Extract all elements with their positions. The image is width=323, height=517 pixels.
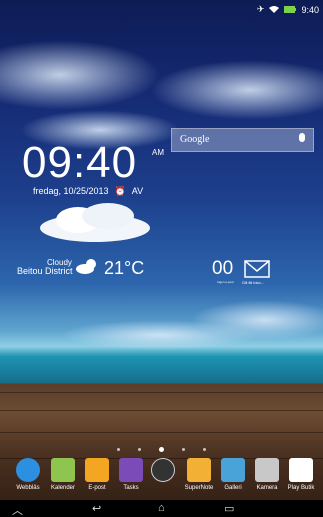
all-apps-button[interactable] <box>144 458 182 485</box>
status-time: 9:40 <box>301 4 319 15</box>
app-calendar[interactable]: Kalender <box>44 458 82 491</box>
wifi-icon <box>269 5 280 15</box>
app-label: Webbläs <box>16 485 40 491</box>
overview-icon[interactable]: ▭ <box>224 502 234 515</box>
alarm-icon: ⏰ <box>114 186 126 196</box>
page-dot-active[interactable] <box>159 447 164 452</box>
microphone-icon[interactable] <box>299 133 305 142</box>
status-bar: ✈ 9:40 <box>0 0 323 18</box>
page-indicator <box>0 447 323 452</box>
envelope-app-icon <box>85 458 109 482</box>
clock-time[interactable]: 09:40 <box>22 138 137 188</box>
home-screen: ✈ 9:40 Google 09:40 AM fredag, 10/25/201… <box>0 0 323 517</box>
mail-status: Ingen e-post <box>217 280 234 284</box>
camera-icon <box>255 458 279 482</box>
app-label: SuperNote <box>184 485 214 491</box>
app-supernote[interactable]: SuperNote <box>180 458 218 491</box>
app-email[interactable]: E-post <box>78 458 116 491</box>
checkbox-icon <box>119 458 143 482</box>
calendar-icon <box>51 458 75 482</box>
page-dot[interactable] <box>182 448 185 451</box>
weather-city[interactable]: Beitou District <box>17 266 73 276</box>
mail-count[interactable]: 00 <box>212 258 233 280</box>
gallery-icon <box>221 458 245 482</box>
clock-date: fredag, 10/25/2013 <box>33 186 109 196</box>
page-dot[interactable] <box>117 448 120 451</box>
weather-temperature: 21°C <box>104 258 145 278</box>
app-browser[interactable]: Webbläs <box>9 458 47 491</box>
page-dot[interactable] <box>138 448 141 451</box>
notebook-icon <box>187 458 211 482</box>
back-icon[interactable]: ↩ <box>92 502 101 515</box>
page-dot[interactable] <box>203 448 206 451</box>
mail-sublabel: Gå till inko... <box>242 280 265 285</box>
app-label: Kalender <box>50 485 76 491</box>
app-label: E-post <box>88 485 106 491</box>
search-label: Google <box>180 134 210 145</box>
app-gallery[interactable]: Galleri <box>214 458 252 491</box>
app-label: Tasks <box>123 485 139 491</box>
clock-date-row: fredag, 10/25/2013 ⏰ AV <box>33 186 143 197</box>
app-dock: Webbläs Kalender E-post Tasks SuperNote … <box>0 458 323 498</box>
battery-icon <box>284 5 297 15</box>
apps-grid-icon <box>151 458 175 482</box>
app-label: Play Butik <box>287 485 315 491</box>
google-search-bar[interactable]: Google <box>171 128 314 152</box>
recent-apps-icon[interactable]: ︿ <box>12 502 23 517</box>
navigation-bar: ︿ ↩ ⌂ ▭ <box>0 500 323 517</box>
app-label: Galleri <box>224 485 242 491</box>
cloudy-sun-icon <box>76 258 98 279</box>
home-icon[interactable]: ⌂ <box>158 502 165 514</box>
app-label: Kamera <box>256 485 278 491</box>
app-play-store[interactable]: Play Butik <box>282 458 320 491</box>
globe-icon <box>16 458 40 482</box>
notification-icon: ✈ <box>256 4 265 14</box>
app-camera[interactable]: Kamera <box>248 458 286 491</box>
alarm-label: AV <box>131 186 144 196</box>
play-store-icon <box>289 458 313 482</box>
weather-cloud-image <box>40 203 150 242</box>
clock-ampm: AM <box>152 148 164 157</box>
